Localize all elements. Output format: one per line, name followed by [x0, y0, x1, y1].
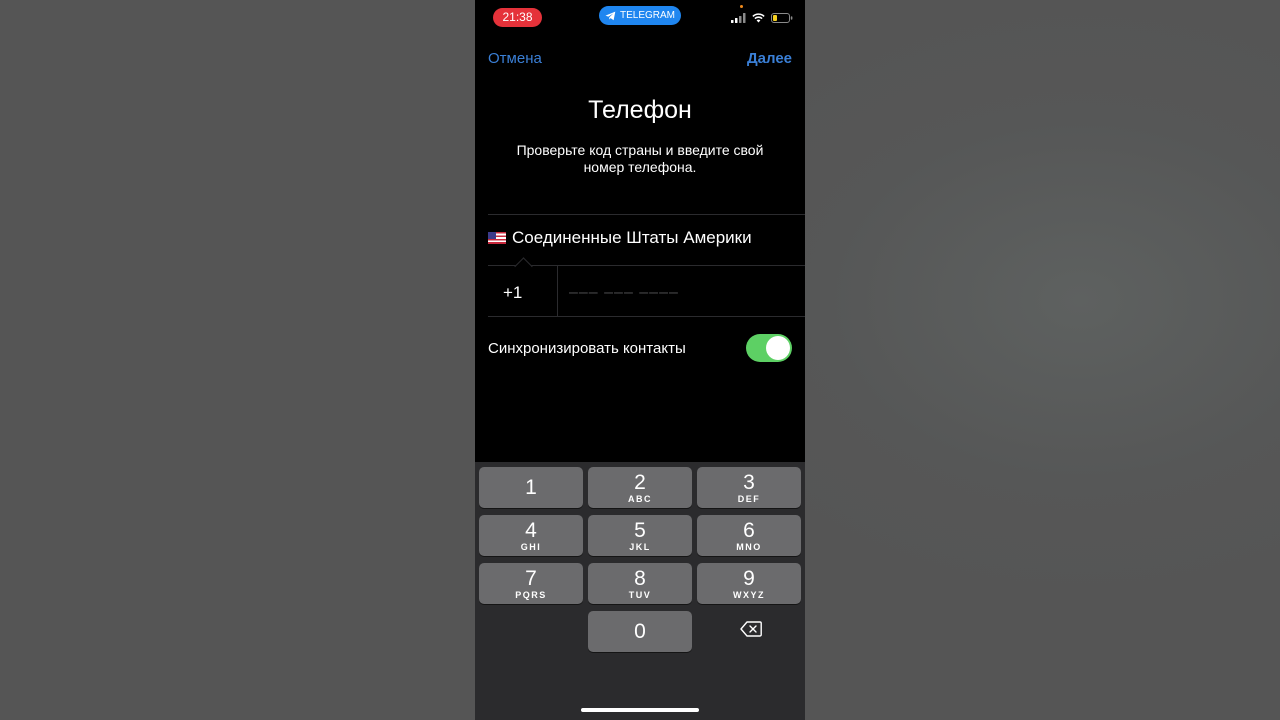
us-flag-icon	[488, 232, 506, 244]
key-digit: 6	[743, 519, 755, 542]
signal-icon	[731, 13, 746, 23]
key-letters: PQRS	[515, 590, 547, 600]
backspace-icon[interactable]	[740, 621, 762, 637]
key-digit: 9	[743, 567, 755, 590]
key-digit: 5	[634, 519, 646, 542]
toggle-knob	[766, 336, 790, 360]
key-3[interactable]: 3 DEF	[697, 467, 801, 508]
key-1[interactable]: 1	[479, 467, 583, 508]
divider	[557, 266, 558, 316]
country-code-field[interactable]: +1	[503, 283, 522, 303]
status-icons	[731, 13, 793, 23]
selector-notch	[514, 257, 533, 276]
key-letters: DEF	[737, 494, 761, 504]
key-9[interactable]: 9 WXYZ	[697, 563, 801, 604]
status-time[interactable]: 21:38	[493, 8, 542, 27]
key-0[interactable]: 0	[588, 611, 692, 652]
page-title: Телефон	[588, 96, 692, 124]
key-digit: 2	[634, 471, 646, 494]
key-digit: 4	[525, 519, 537, 542]
wifi-icon	[752, 13, 765, 23]
country-name: Соединенные Штаты Америки	[512, 228, 752, 247]
active-app-pill[interactable]: TELEGRAM	[599, 6, 681, 25]
battery-icon	[771, 13, 793, 23]
key-digit: 0	[634, 620, 646, 643]
key-letters: ABC	[628, 494, 652, 504]
phone-screen: 21:38 TELEGRAM Отмена Далее Телефон Пров…	[475, 0, 805, 720]
key-digit: 3	[743, 471, 755, 494]
next-button[interactable]: Далее	[747, 50, 792, 67]
key-6[interactable]: 6 MNO	[697, 515, 801, 556]
key-letters: TUV	[628, 590, 652, 600]
telegram-icon	[605, 11, 616, 20]
page-subtitle: Проверьте код страны и введите свой номе…	[516, 142, 764, 175]
active-app-label: TELEGRAM	[619, 10, 675, 21]
divider	[488, 214, 805, 215]
key-letters: WXYZ	[733, 590, 765, 600]
privacy-indicator	[740, 5, 743, 8]
numeric-keypad: 1 2 ABC 3 DEF 4 GHI 5 JKL 6 MNO 7 PQRS 8…	[475, 462, 805, 720]
key-5[interactable]: 5 JKL	[588, 515, 692, 556]
divider	[488, 265, 805, 266]
key-digit: 8	[634, 567, 646, 590]
divider	[488, 316, 805, 317]
key-8[interactable]: 8 TUV	[588, 563, 692, 604]
key-letters: GHI	[520, 542, 542, 552]
phone-number-input[interactable]	[567, 280, 791, 306]
key-7[interactable]: 7 PQRS	[479, 563, 583, 604]
key-letters: MNO	[736, 542, 762, 552]
key-digit: 1	[525, 476, 537, 499]
home-indicator[interactable]	[581, 708, 699, 712]
sync-contacts-toggle[interactable]	[746, 334, 792, 362]
sync-contacts-label: Синхронизировать контакты	[488, 340, 686, 357]
country-selector[interactable]: Соединенные Штаты Америки	[488, 228, 752, 248]
key-letters: JKL	[629, 542, 651, 552]
key-4[interactable]: 4 GHI	[479, 515, 583, 556]
cancel-button[interactable]: Отмена	[488, 50, 542, 67]
key-2[interactable]: 2 ABC	[588, 467, 692, 508]
key-digit: 7	[525, 567, 537, 590]
